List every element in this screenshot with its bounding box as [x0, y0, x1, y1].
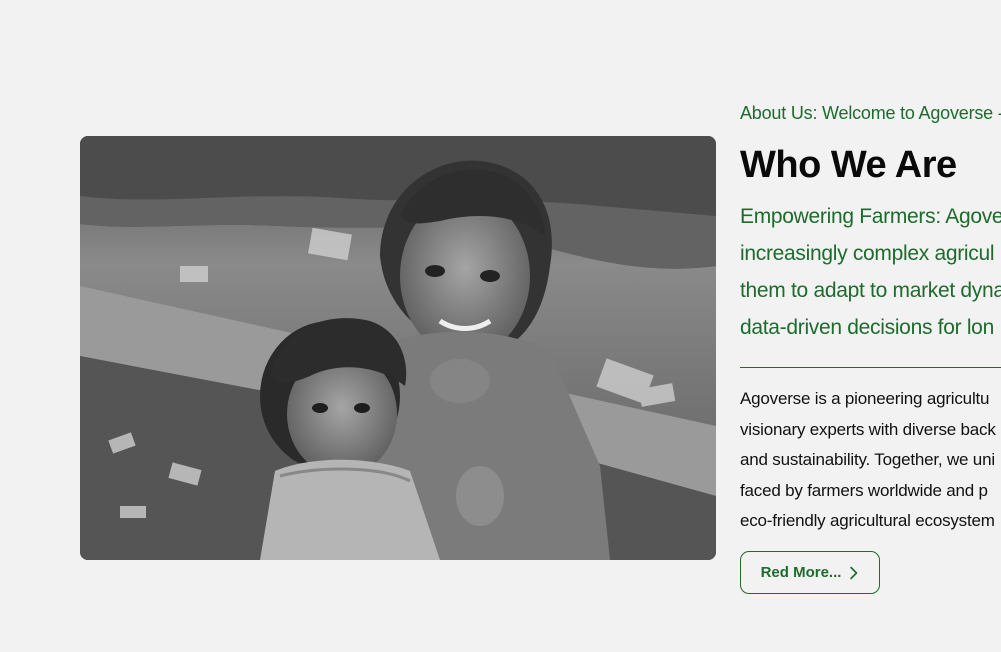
body-line: and sustainability. Together, we uni — [740, 450, 995, 469]
read-more-button[interactable]: Red More... — [740, 551, 880, 594]
body-line: eco-friendly agricultural ecosystem — [740, 511, 995, 530]
about-section: About Us: Welcome to Agoverse - Who We A… — [0, 0, 1001, 652]
read-more-label: Red More... — [760, 564, 842, 581]
body-paragraph: Agoverse is a pioneering agricultu visio… — [740, 386, 996, 539]
chevron-right-icon — [849, 566, 859, 580]
lead-paragraph: Empowering Farmers: Agove increasingly c… — [740, 200, 1001, 348]
body-line: Agoverse is a pioneering agricultu — [740, 389, 990, 408]
section-eyebrow: About Us: Welcome to Agoverse - — [740, 103, 1001, 123]
children-photo — [80, 136, 716, 560]
body-line: visionary experts with diverse back — [740, 419, 996, 439]
divider — [740, 367, 1001, 368]
lead-line: Empowering Farmers: Agove — [740, 205, 1001, 228]
body-line: faced by farmers worldwide and p — [740, 480, 988, 500]
lead-line: increasingly complex agricul — [740, 242, 995, 265]
lead-line: them to adapt to market dyna — [740, 279, 1001, 302]
lead-line: data-driven decisions for lon — [740, 316, 994, 339]
section-heading: Who We Are — [740, 144, 957, 186]
